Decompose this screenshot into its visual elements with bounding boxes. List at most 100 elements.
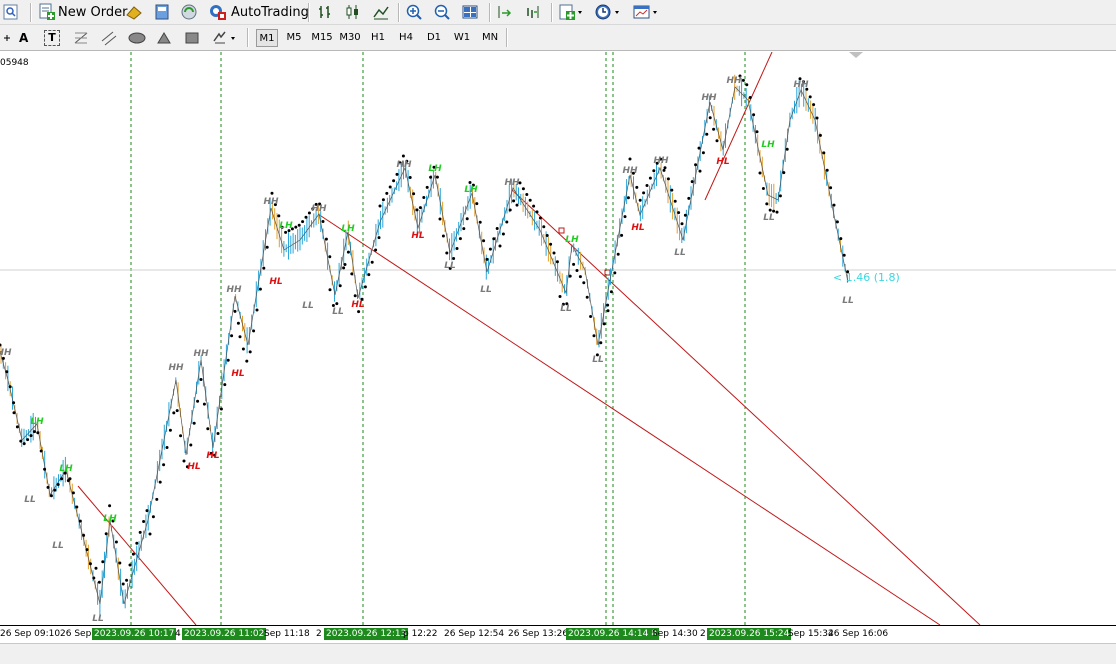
sar-dot: [741, 78, 745, 82]
sar-dot: [572, 262, 576, 266]
sar-dot: [252, 329, 256, 333]
sar-dot: [568, 274, 572, 278]
sar-dot: [202, 402, 206, 406]
periods-icon[interactable]: [594, 2, 622, 22]
sar-dot: [5, 370, 9, 374]
sar-dot: [599, 341, 603, 345]
text-tool[interactable]: A: [19, 28, 28, 48]
sar-dot: [388, 185, 392, 189]
sar-dot: [328, 255, 332, 259]
sar-dot: [97, 580, 101, 584]
crosshair-icon[interactable]: [0, 28, 12, 48]
sar-dot: [22, 442, 26, 446]
sar-dot: [85, 548, 89, 552]
timeframe-mn[interactable]: MN: [478, 29, 502, 47]
swing-label-lh: LH: [428, 164, 442, 174]
market-watch-icon[interactable]: [125, 2, 143, 22]
indicators-icon[interactable]: [558, 2, 584, 22]
sar-dot: [199, 378, 203, 381]
sar-dot: [468, 181, 472, 184]
swing-label-hh: HH: [793, 80, 809, 90]
sar-dot: [508, 208, 512, 212]
sar-dot: [690, 180, 694, 184]
swing-label-hh: HH: [504, 178, 520, 188]
sar-dot: [165, 446, 169, 449]
line-chart-icon[interactable]: [372, 2, 390, 22]
price-label: < 1.46 (1.8): [833, 271, 900, 284]
sar-dot: [765, 202, 769, 206]
channel-icon[interactable]: [100, 28, 118, 48]
sar-dot: [832, 203, 836, 207]
zoom-out-icon[interactable]: [433, 2, 451, 22]
sar-dot: [172, 411, 176, 415]
sar-dot: [498, 244, 502, 248]
chart-shift-icon[interactable]: [496, 2, 514, 22]
parabolic-sar: [0, 74, 850, 586]
sar-dot: [370, 260, 374, 264]
sar-dot: [697, 146, 701, 150]
templates-icon[interactable]: [632, 2, 660, 22]
sar-dot: [367, 273, 371, 277]
new-order-label: New Order: [58, 4, 128, 20]
autoscroll-icon[interactable]: [524, 2, 542, 22]
timeframe-m30[interactable]: M30: [338, 29, 362, 47]
sar-dot: [606, 309, 610, 313]
sar-dot: [552, 251, 556, 255]
sar-dot: [151, 515, 155, 519]
sar-dot: [142, 520, 146, 523]
navigator-icon[interactable]: [153, 2, 171, 22]
swing-label-hh: HH: [193, 349, 209, 359]
timeframe-d1[interactable]: D1: [423, 29, 445, 47]
tile-windows-icon[interactable]: [461, 2, 479, 22]
sar-dot: [114, 540, 118, 544]
timeframe-m15[interactable]: M15: [310, 29, 334, 47]
bar-chart-icon[interactable]: [316, 2, 334, 22]
autotrading-button[interactable]: AutoTrading: [208, 2, 309, 22]
price-chart[interactable]: HH HH HH HH HH HH HH HH HH HH HH HH HH LH LH LH LH LH LH LH…: [0, 52, 1116, 625]
sar-dot: [304, 215, 308, 219]
sar-dot: [578, 275, 582, 279]
triangle-icon[interactable]: [155, 28, 173, 48]
new-order-button[interactable]: New Order: [38, 2, 127, 22]
sar-dot: [15, 425, 19, 429]
sar-dot: [680, 222, 684, 226]
candlestick-icon[interactable]: [344, 2, 362, 22]
swing-label-ll: LL: [560, 304, 572, 314]
sar-dot: [101, 560, 105, 564]
sar-dot: [488, 247, 492, 251]
sar-dot: [277, 214, 281, 218]
zoom-in-icon[interactable]: [405, 2, 423, 22]
zoom-chart-icon[interactable]: [2, 2, 20, 22]
arrows-icon[interactable]: [211, 28, 239, 48]
swing-label-ll: LL: [332, 307, 344, 317]
sar-dot: [39, 449, 43, 453]
sar-dot: [94, 566, 98, 570]
rectangle-icon[interactable]: [183, 28, 201, 48]
status-bar: [0, 643, 1116, 664]
sar-dot: [226, 358, 230, 362]
sar-dot: [839, 237, 843, 241]
sar-dot: [56, 483, 60, 486]
timeframe-m5[interactable]: M5: [283, 29, 305, 47]
sar-dot: [43, 467, 47, 471]
timeframe-m1[interactable]: M1: [256, 29, 278, 47]
sar-dot: [485, 257, 489, 261]
sar-dot: [377, 236, 381, 240]
time-axis: 26 Sep 09:10 26 Sep 2023.09.26 10:17 4 2023.…: [0, 625, 1116, 644]
sar-dot: [238, 335, 242, 339]
ellipse-icon[interactable]: [127, 28, 147, 48]
swing-label-lh: LH: [341, 224, 355, 234]
timeframe-h1[interactable]: H1: [367, 29, 389, 47]
sar-dot: [694, 163, 698, 167]
timeframe-h4[interactable]: H4: [395, 29, 417, 47]
sar-dot: [26, 438, 30, 442]
sar-dot: [808, 95, 812, 99]
signals-icon[interactable]: [180, 2, 198, 22]
text-label-tool[interactable]: T: [44, 28, 60, 48]
shift-marker-icon[interactable]: [849, 52, 863, 58]
sar-dot: [822, 151, 826, 155]
swing-label-lh: LH: [59, 464, 73, 474]
fibonacci-icon[interactable]: [72, 28, 90, 48]
swing-label-hh: HH: [168, 363, 184, 373]
timeframe-w1[interactable]: W1: [451, 29, 473, 47]
